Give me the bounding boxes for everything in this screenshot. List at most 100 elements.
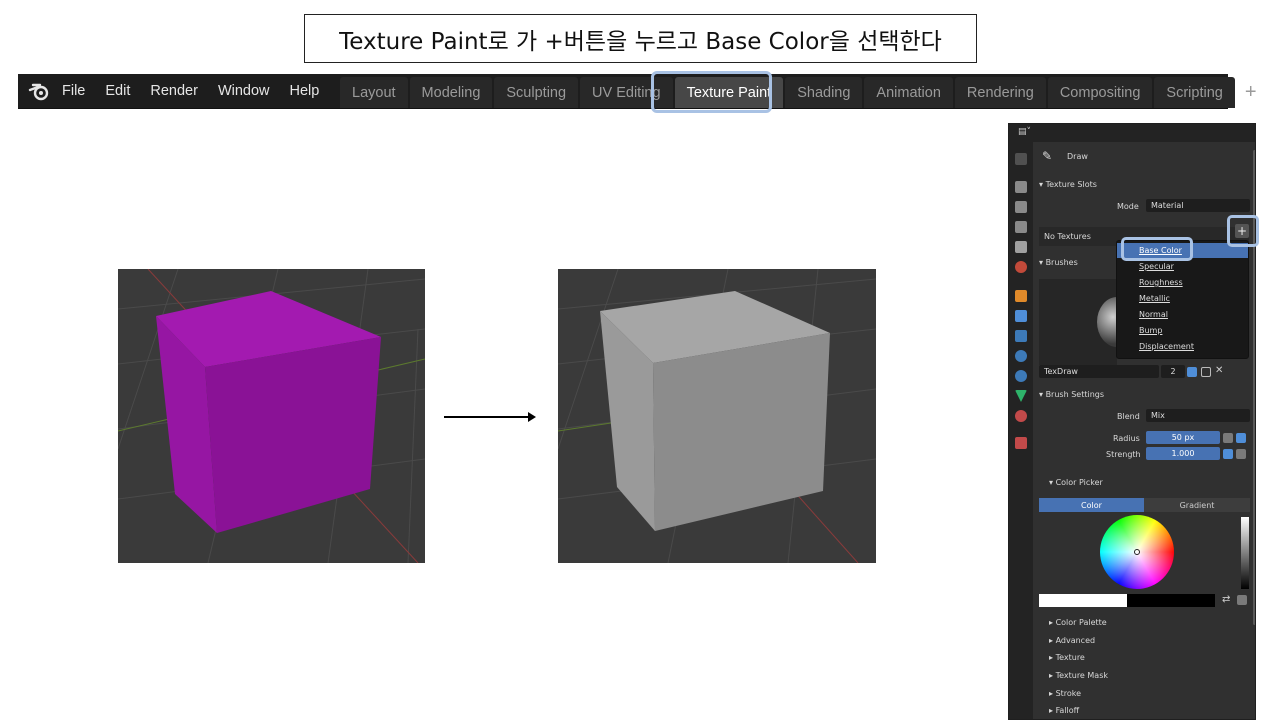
scene-tab-icon[interactable] — [1015, 241, 1027, 253]
render-tab-icon[interactable] — [1015, 181, 1027, 193]
menu-item-normal[interactable]: Normal — [1117, 307, 1248, 322]
tab-texture-paint[interactable]: Texture Paint — [674, 77, 784, 108]
texture-tab-icon[interactable] — [1015, 437, 1027, 449]
menu-file[interactable]: File — [62, 83, 85, 99]
cube-front-face — [205, 337, 381, 533]
falloff-panel[interactable]: ▸ Falloff — [1049, 706, 1079, 715]
tab-scripting[interactable]: Scripting — [1154, 77, 1235, 108]
strength-label: Strength — [1106, 450, 1141, 459]
texture-mask-panel[interactable]: ▸ Texture Mask — [1049, 671, 1108, 680]
stroke-panel[interactable]: ▸ Stroke — [1049, 689, 1081, 698]
brush-preview[interactable] — [1039, 279, 1137, 365]
particles-tab-icon[interactable] — [1015, 330, 1027, 342]
properties-panel: ▤˅ ✎ Draw ▾ Texture Slots Mode Material … — [1008, 123, 1256, 720]
swap-colors-icon[interactable]: ⇄ — [1222, 594, 1230, 605]
workspace-tabs: Layout Modeling Sculpting UV Editing Tex… — [340, 77, 1265, 108]
tab-sculpting[interactable]: Sculpting — [494, 77, 579, 108]
color-picker-header[interactable]: ▾ Color Picker — [1049, 478, 1103, 487]
menu-item-bump[interactable]: Bump — [1117, 323, 1248, 338]
primary-color-swatch[interactable] — [1039, 594, 1127, 607]
panel-header: ▤˅ — [1009, 124, 1255, 142]
modifier-tab-icon[interactable] — [1015, 310, 1027, 322]
texture-panel[interactable]: ▸ Texture — [1049, 653, 1085, 662]
properties-tab-bar — [1009, 142, 1033, 719]
add-workspace-button[interactable]: + — [1237, 77, 1265, 108]
data-tab-icon[interactable] — [1015, 390, 1027, 402]
radius-unit-icon[interactable] — [1236, 433, 1246, 443]
falloff-label: Falloff — [1055, 706, 1080, 715]
value-slider[interactable] — [1241, 517, 1249, 589]
main-menu: File Edit Render Window Help — [62, 74, 339, 107]
advanced-panel[interactable]: ▸ Advanced — [1049, 636, 1095, 645]
menu-item-specular[interactable]: Specular — [1117, 259, 1248, 274]
user-count-value: 2 — [1170, 367, 1176, 376]
unlink-brush-icon[interactable]: ✕ — [1215, 365, 1223, 376]
texture-slots-header[interactable]: ▾ Texture Slots — [1039, 180, 1097, 189]
editor-type-icon[interactable]: ▤˅ — [1018, 127, 1031, 137]
texture-slot-type-menu: Base Color Specular Roughness Metallic N… — [1116, 240, 1249, 359]
brushes-header[interactable]: ▾ Brushes — [1039, 258, 1078, 267]
menu-help[interactable]: Help — [290, 83, 320, 99]
tab-compositing[interactable]: Compositing — [1047, 77, 1153, 108]
menu-item-base-color[interactable]: Base Color — [1117, 243, 1248, 258]
tab-uv-editing[interactable]: UV Editing — [580, 77, 673, 108]
radius-pressure-icon[interactable] — [1223, 433, 1233, 443]
tab-modeling[interactable]: Modeling — [409, 77, 493, 108]
physics-tab-icon[interactable] — [1015, 350, 1027, 362]
cube-purple-scene — [118, 269, 425, 563]
radius-value: 50 px — [1171, 433, 1195, 442]
menu-item-metallic[interactable]: Metallic — [1117, 291, 1248, 306]
view-layer-tab-icon[interactable] — [1015, 221, 1027, 233]
blender-topbar: File Edit Render Window Help Layout Mode… — [18, 74, 1257, 109]
instruction-caption: Texture Paint로 가 +버튼을 누르고 Base Color을 선택… — [304, 14, 977, 63]
constraints-tab-icon[interactable] — [1015, 370, 1027, 382]
strength-unit-icon[interactable] — [1236, 449, 1246, 459]
menu-render[interactable]: Render — [150, 83, 198, 99]
brush-name-field[interactable]: TexDraw — [1039, 365, 1159, 378]
world-tab-icon[interactable] — [1015, 261, 1027, 273]
arrow-icon — [444, 412, 536, 422]
texture-mask-label: Texture Mask — [1055, 671, 1108, 680]
panel-scrollbar[interactable] — [1253, 150, 1255, 625]
fake-user-shield-icon[interactable] — [1187, 367, 1197, 377]
color-palette-panel[interactable]: ▸ Color Palette — [1049, 618, 1107, 627]
tool-name: Draw — [1067, 152, 1088, 161]
menu-item-displacement[interactable]: Displacement — [1117, 339, 1248, 354]
mode-dropdown[interactable]: Material — [1146, 199, 1250, 212]
texture-label: Texture — [1055, 653, 1085, 662]
menu-item-roughness[interactable]: Roughness — [1117, 275, 1248, 290]
brush-user-count[interactable]: 2 — [1161, 365, 1185, 378]
object-tab-icon[interactable] — [1015, 290, 1027, 302]
duplicate-brush-icon[interactable] — [1201, 367, 1211, 377]
viewport-before[interactable] — [118, 269, 425, 563]
gradient-tab[interactable]: Gradient — [1144, 498, 1250, 512]
tool-tab-icon[interactable] — [1015, 153, 1027, 165]
tab-rendering[interactable]: Rendering — [954, 77, 1046, 108]
color-wheel-cursor[interactable] — [1134, 549, 1140, 555]
color-picker-title: Color Picker — [1055, 478, 1103, 487]
brush-settings-header[interactable]: ▾ Brush Settings — [1039, 390, 1104, 399]
advanced-label: Advanced — [1055, 636, 1096, 645]
strength-value: 1.000 — [1171, 449, 1195, 458]
brush-tool-icon: ✎ — [1042, 149, 1053, 163]
add-texture-slot-button[interactable]: + — [1235, 224, 1249, 238]
menu-window[interactable]: Window — [218, 83, 270, 99]
color-pressure-icon[interactable] — [1237, 595, 1247, 605]
radius-slider[interactable]: 50 px — [1146, 431, 1220, 444]
tab-animation[interactable]: Animation — [864, 77, 953, 108]
viewport-after[interactable] — [558, 269, 876, 563]
color-tab[interactable]: Color — [1039, 498, 1144, 512]
tab-shading[interactable]: Shading — [785, 77, 863, 108]
stroke-label: Stroke — [1055, 689, 1082, 698]
blender-logo-icon[interactable] — [28, 81, 50, 101]
strength-slider[interactable]: 1.000 — [1146, 447, 1220, 460]
output-tab-icon[interactable] — [1015, 201, 1027, 213]
gradient-tab-label: Gradient — [1179, 500, 1215, 510]
secondary-color-swatch[interactable] — [1127, 594, 1215, 607]
tab-layout[interactable]: Layout — [340, 77, 408, 108]
blend-dropdown[interactable]: Mix — [1146, 409, 1250, 422]
texture-slots-title: Texture Slots — [1045, 180, 1097, 189]
material-tab-icon[interactable] — [1015, 410, 1027, 422]
menu-edit[interactable]: Edit — [105, 83, 130, 99]
strength-pressure-icon[interactable] — [1223, 449, 1233, 459]
